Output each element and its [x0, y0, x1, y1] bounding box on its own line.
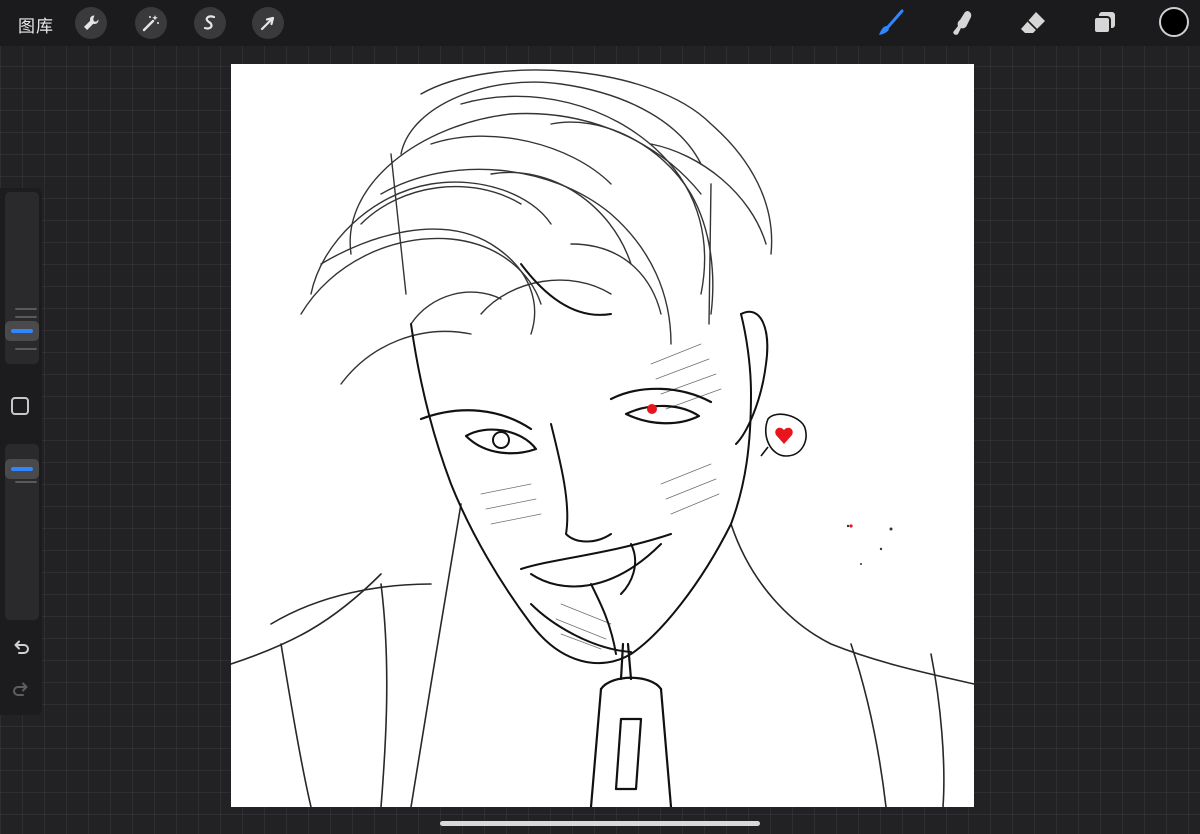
arrow-cursor-icon	[260, 16, 275, 31]
redo-button[interactable]	[10, 679, 32, 701]
eraser-icon	[1021, 12, 1045, 33]
opacity-slider[interactable]	[5, 444, 39, 620]
left-sidebar	[0, 188, 42, 715]
top-toolbar: 图库	[0, 0, 1200, 46]
gallery-button[interactable]: 图库	[18, 12, 54, 37]
brush-size-ticks-lower	[15, 348, 37, 356]
modify-button-square-icon[interactable]	[11, 397, 29, 415]
brush-size-thumb[interactable]	[5, 321, 39, 341]
layers-button[interactable]	[1090, 8, 1120, 38]
wrench-icon	[84, 15, 99, 30]
brush-size-slider[interactable]	[5, 192, 39, 364]
selection-s-icon	[203, 15, 216, 30]
smudge-tool-button[interactable]	[947, 8, 977, 38]
adjustments-button[interactable]	[135, 7, 167, 39]
magic-wand-icon	[142, 15, 159, 32]
drawing-canvas[interactable]	[231, 64, 974, 807]
smudge-icon	[953, 11, 972, 35]
home-indicator[interactable]	[440, 821, 760, 826]
actions-wrench-button[interactable]	[75, 7, 107, 39]
redo-icon	[13, 682, 28, 696]
undo-button[interactable]	[10, 637, 32, 659]
layers-icon	[1093, 12, 1115, 34]
sketch-portrait	[231, 69, 974, 807]
opacity-thumb[interactable]	[5, 459, 39, 479]
transform-button[interactable]	[252, 7, 284, 39]
brush-icon	[879, 9, 904, 35]
undo-icon	[14, 640, 29, 654]
eraser-tool-button[interactable]	[1018, 8, 1048, 38]
brush-tool-button[interactable]	[875, 8, 905, 38]
selection-button[interactable]	[194, 7, 226, 39]
opacity-ticks	[15, 481, 37, 489]
color-picker-button[interactable]	[1159, 7, 1189, 37]
